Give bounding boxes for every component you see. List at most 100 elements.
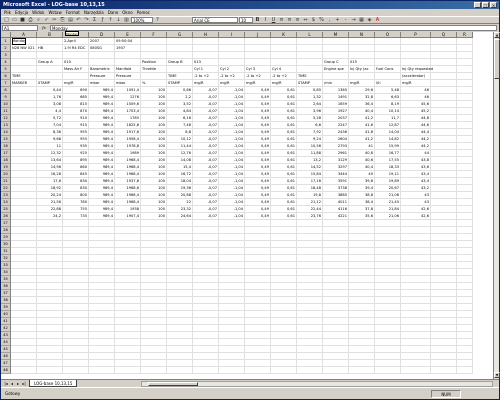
cell[interactable]: 0,61 [272, 157, 295, 164]
cell[interactable]: 1917,6 [116, 129, 139, 136]
cell[interactable]: 1,76 [38, 94, 61, 101]
column-header[interactable]: J [245, 32, 271, 38]
cell[interactable]: 0,49 [246, 108, 269, 115]
cell[interactable]: Inj Qty requested [402, 66, 433, 73]
zoom-select[interactable]: 100% [131, 17, 153, 23]
row-header[interactable]: 16 [1, 143, 11, 150]
cell[interactable]: 8,19 [376, 101, 399, 108]
cell[interactable]: 0,61 [272, 129, 295, 136]
cell[interactable]: 19,11 [376, 171, 399, 178]
cell[interactable]: l/h [376, 80, 381, 87]
cell[interactable]: 100 [142, 108, 165, 115]
chart-icon[interactable]: ▥ [123, 17, 130, 23]
cell[interactable]: 100 [142, 122, 165, 129]
cell[interactable]: -0,07 [194, 101, 217, 108]
menu-item[interactable]: Wstaw [48, 9, 61, 16]
cell[interactable]: 0,61 [272, 101, 295, 108]
cell[interactable]: 989,4 [90, 213, 113, 220]
column-header[interactable]: L [297, 32, 323, 38]
cell[interactable]: 1968,4 [116, 157, 139, 164]
cell[interactable]: Fuel Cons [376, 66, 393, 73]
cell[interactable]: 989,4 [90, 122, 113, 129]
borders-icon[interactable]: ▦ [358, 17, 365, 23]
cell[interactable]: 4,84 [168, 108, 191, 115]
cell[interactable]: 100 [142, 192, 165, 199]
cell[interactable]: 43 [402, 199, 429, 206]
cell[interactable]: 830 [64, 185, 87, 192]
cell[interactable]: -1,04 [220, 143, 243, 150]
cut-icon[interactable]: ✂ [51, 17, 58, 23]
row-header[interactable]: 9 [1, 94, 11, 101]
cell[interactable]: 45,6 [402, 101, 429, 108]
decrease-decimal-icon[interactable]: - [342, 17, 349, 23]
cell[interactable]: 1958,4 [116, 136, 139, 143]
cell[interactable]: 1968,6 [116, 185, 139, 192]
cell[interactable]: 100 [142, 87, 165, 94]
bold-icon[interactable]: B [254, 17, 261, 23]
cell[interactable]: 21,56 [38, 199, 61, 206]
cell[interactable]: -1,04 [220, 136, 243, 143]
open-icon[interactable]: ▭ [11, 17, 18, 23]
cell[interactable]: 100 [142, 171, 165, 178]
cell[interactable]: 1938 [116, 206, 139, 213]
cell[interactable]: -0,07 [194, 213, 217, 220]
cell[interactable]: 22,44 [298, 206, 321, 213]
row-header[interactable]: 7 [1, 80, 11, 87]
cell[interactable]: 22 [168, 199, 191, 206]
cell[interactable]: 18,48 [298, 185, 321, 192]
cell[interactable]: 989,4 [90, 108, 113, 115]
cell[interactable]: 0,49 [246, 150, 269, 157]
cell[interactable]: 0,61 [272, 87, 295, 94]
cell[interactable]: 895 [64, 157, 87, 164]
cell[interactable]: 43,4 [402, 178, 429, 185]
cell[interactable]: 39,4 [350, 185, 373, 192]
cell[interactable]: 100 [142, 136, 165, 143]
cell[interactable]: 815 [64, 101, 87, 108]
cell[interactable]: 989,4 [90, 129, 113, 136]
column-header[interactable]: G [167, 32, 193, 38]
row-header[interactable]: 17 [1, 150, 11, 157]
cell[interactable]: mg/R [194, 80, 204, 87]
cell[interactable]: 7,92 [298, 129, 321, 136]
cell[interactable]: 0,49 [246, 199, 269, 206]
cell[interactable]: 46 [402, 87, 429, 94]
cell[interactable]: -0,07 [194, 87, 217, 94]
cell[interactable]: 1968,4 [116, 199, 139, 206]
cell[interactable]: 6,6 [298, 122, 321, 129]
cell[interactable]: 1091,4 [116, 87, 139, 94]
sort-asc-icon[interactable]: ↑ [107, 17, 114, 23]
paste-icon[interactable]: ▤ [67, 17, 74, 23]
row-header[interactable]: 44 [1, 339, 11, 346]
cell[interactable]: mg/R [350, 80, 360, 87]
cell[interactable]: 35,6 [350, 213, 373, 220]
row-header[interactable]: 25 [1, 206, 11, 213]
cell[interactable]: -1,04 [220, 171, 243, 178]
column-header[interactable]: I [219, 32, 245, 38]
cell[interactable]: -0,07 [194, 178, 217, 185]
row-header[interactable]: 39 [1, 304, 11, 311]
cell[interactable]: 989,4 [90, 115, 113, 122]
cell[interactable]: 080SG [90, 45, 102, 52]
row-header[interactable]: 22 [1, 185, 11, 192]
cell[interactable]: -1,04 [220, 199, 243, 206]
cell[interactable]: 935 [64, 143, 87, 150]
cell[interactable]: 0,85 [298, 87, 321, 94]
cell[interactable]: -0,07 [194, 157, 217, 164]
cell[interactable]: 18,92 [38, 185, 61, 192]
cell[interactable]: 43,2 [402, 185, 429, 192]
column-header[interactable]: O [375, 32, 401, 38]
cell[interactable]: 14,96 [38, 164, 61, 171]
cell[interactable]: 40,4 [350, 108, 373, 115]
row-header[interactable]: 35 [1, 276, 11, 283]
cell[interactable]: -0,07 [194, 143, 217, 150]
cell[interactable]: 1907,4 [116, 213, 139, 220]
align-left-icon[interactable]: ≡ [278, 17, 285, 23]
cell[interactable]: 5,48 [376, 87, 399, 94]
row-header[interactable]: 28 [1, 227, 11, 234]
cell[interactable]: 4221 [324, 213, 347, 220]
cell[interactable]: mg/R [272, 80, 282, 87]
row-header[interactable]: 21 [1, 178, 11, 185]
cell[interactable]: 44,6 [402, 122, 429, 129]
row-header[interactable]: 13 [1, 122, 11, 129]
cell[interactable]: 0,61 [272, 108, 295, 115]
